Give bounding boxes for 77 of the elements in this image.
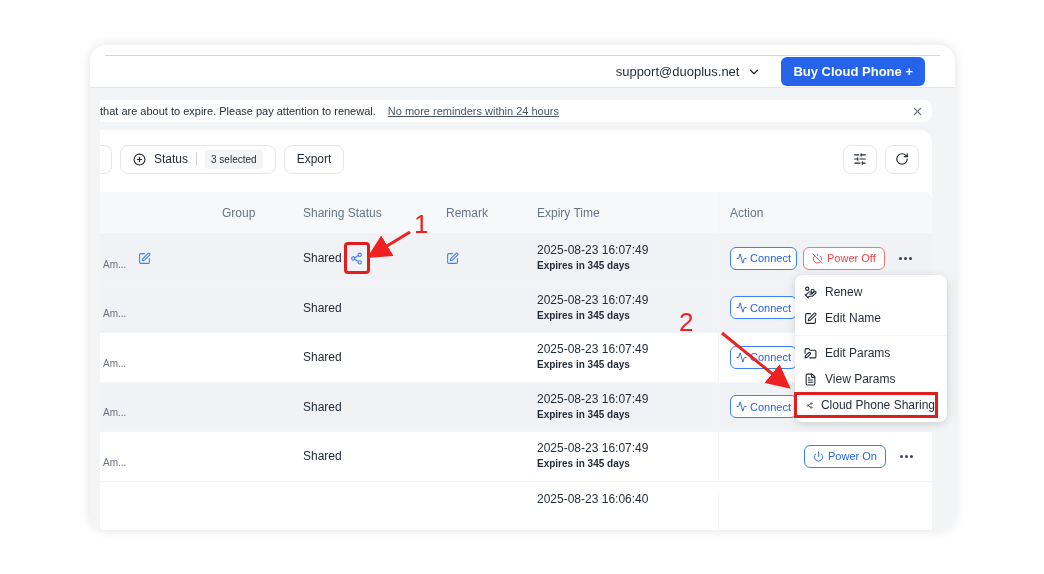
more-button[interactable] — [899, 454, 913, 458]
pen-square-icon — [804, 311, 817, 325]
plus-circle-icon — [133, 152, 146, 166]
sharing-status: Shared — [303, 349, 342, 367]
connect-button[interactable]: Connect — [730, 246, 797, 270]
more-icon — [898, 256, 912, 260]
document-icon — [804, 372, 817, 386]
expires-in: Expires in 345 days — [537, 259, 630, 274]
sharing-status: Shared — [303, 299, 342, 317]
expiry-time: 2025-08-23 16:07:49 — [537, 441, 649, 457]
folder-pen-icon — [804, 346, 817, 360]
pulse-icon — [736, 401, 747, 413]
expiry-time: 2025-08-23 16:06:40 — [537, 491, 649, 507]
expires-in: Expires in 345 days — [537, 407, 630, 422]
buy-button[interactable]: Buy Cloud Phone + — [781, 57, 925, 86]
column-header: Expiry Time — [537, 204, 600, 222]
expiry-time: 2025-08-23 16:07:49 — [537, 292, 649, 308]
share-icon — [350, 251, 364, 265]
status-filter[interactable]: Status 3 selected — [120, 144, 276, 174]
menu-item[interactable]: Edit Params — [795, 340, 947, 366]
export-button[interactable]: Export — [283, 144, 345, 174]
settings-button[interactable] — [843, 144, 877, 174]
device-subtitle: Am... — [103, 455, 127, 470]
selected-count: 3 selected — [205, 149, 263, 169]
annotation-number: 1 — [414, 211, 429, 237]
more-button[interactable] — [898, 256, 912, 260]
dismiss-link[interactable]: No more reminders within 24 hours — [387, 102, 559, 120]
sharing-status: Shared — [303, 250, 342, 268]
expires-in: Expires in 345 days — [537, 308, 630, 323]
menu-label: Cloud Phone Sharing — [820, 397, 935, 414]
expiry-time: 2025-08-23 16:07:49 — [537, 391, 649, 407]
pulse-icon — [736, 351, 747, 363]
pulse-icon — [736, 302, 747, 314]
connect-button[interactable]: Connect — [730, 296, 797, 320]
status-label: Status — [154, 151, 189, 168]
sliders-icon — [853, 152, 867, 166]
menu-label: Edit Params — [825, 345, 891, 362]
power-on-button[interactable]: Power On — [804, 444, 886, 468]
expires-in: Expires in 345 days — [537, 358, 630, 373]
annotation-number: 2 — [679, 309, 694, 335]
edit-icon[interactable] — [446, 251, 459, 265]
menu-label: Renew — [825, 284, 863, 301]
sharing-status: Shared — [303, 398, 342, 416]
device-subtitle: Am... — [103, 406, 127, 421]
edit-icon[interactable] — [138, 251, 152, 265]
menu-item[interactable]: Renew — [795, 279, 947, 305]
account-menu[interactable]: support@duoplus.net — [615, 61, 762, 82]
coins-hand-icon — [804, 285, 817, 299]
menu-label: View Params — [825, 371, 896, 388]
power-off-button[interactable]: Power Off — [803, 246, 885, 270]
more-icon — [899, 454, 913, 458]
power-off-icon — [812, 252, 823, 264]
expiry-time: 2025-08-23 16:07:49 — [537, 243, 649, 259]
column-header: Sharing Status — [303, 204, 382, 222]
column-header: Group — [222, 204, 256, 222]
device-subtitle: Am... — [103, 307, 127, 322]
device-subtitle: Am... — [103, 356, 127, 371]
pulse-icon — [736, 252, 747, 264]
menu-item[interactable]: Cloud Phone Sharing — [794, 392, 938, 418]
connect-button[interactable]: Connect — [730, 395, 797, 419]
annotation-arrow — [366, 230, 411, 259]
column-header: Remark — [446, 204, 488, 222]
menu-item[interactable]: View Params — [795, 366, 947, 392]
expiry-time: 2025-08-23 16:07:49 — [537, 342, 649, 358]
refresh-icon — [895, 152, 909, 166]
sharing-status: Shared — [303, 448, 342, 466]
power-icon — [813, 450, 824, 462]
device-subtitle: Am... — [103, 257, 127, 272]
share-button[interactable] — [343, 242, 370, 275]
menu-item[interactable]: Edit Name — [795, 305, 947, 331]
expires-in: Expires in 345 days — [537, 457, 630, 472]
refresh-button[interactable] — [885, 144, 919, 174]
account-email: support@duoplus.net — [615, 62, 740, 81]
column-header: Action — [730, 204, 764, 222]
notice-text: that are about to expire. Please pay attention to renewal. — [100, 103, 376, 119]
menu-label: Edit Name — [825, 310, 882, 327]
annotation-arrow — [721, 331, 791, 389]
